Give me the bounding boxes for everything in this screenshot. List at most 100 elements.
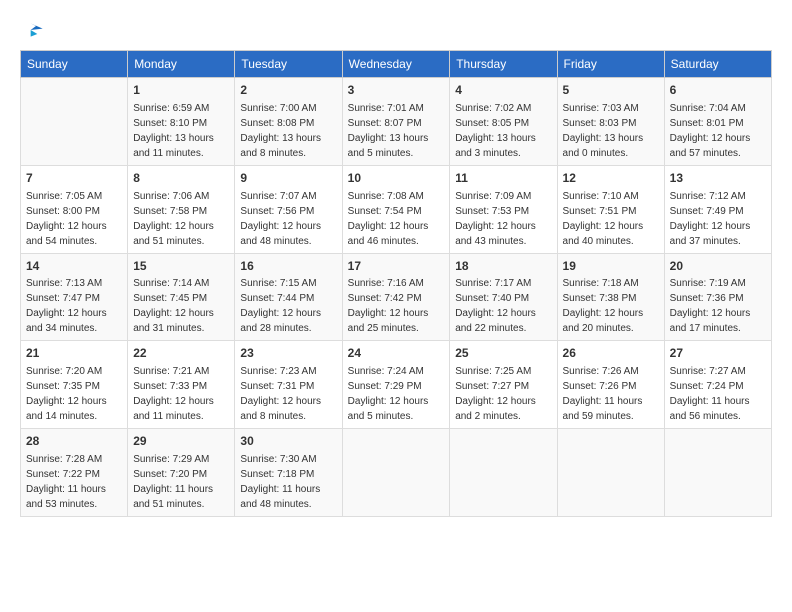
calendar-cell: 6Sunrise: 7:04 AM Sunset: 8:01 PM Daylig… bbox=[664, 78, 771, 166]
day-number: 22 bbox=[133, 345, 229, 362]
day-number: 19 bbox=[563, 258, 659, 275]
day-header-thursday: Thursday bbox=[450, 51, 557, 78]
calendar-cell: 14Sunrise: 7:13 AM Sunset: 7:47 PM Dayli… bbox=[21, 253, 128, 341]
day-number: 11 bbox=[455, 170, 551, 187]
calendar-cell: 23 Sunrise: 7:23 AM Sunset: 7:31 PM Dayli… bbox=[235, 341, 342, 429]
day-number: 18 bbox=[455, 258, 551, 275]
day-number: 1 bbox=[133, 82, 229, 99]
day-info: Sunrise: 7:13 AM Sunset: 7:47 PM Dayligh… bbox=[26, 276, 122, 336]
calendar-cell: 11Sunrise: 7:09 AM Sunset: 7:53 PM Dayli… bbox=[450, 165, 557, 253]
calendar-cell: 24 Sunrise: 7:24 AM Sunset: 7:29 PM Dayli… bbox=[342, 341, 450, 429]
day-number: 25 bbox=[455, 345, 551, 362]
day-info: Sunrise: 7:12 AM Sunset: 7:49 PM Dayligh… bbox=[670, 189, 766, 249]
day-info: Sunrise: 7:27 AM Sunset: 7:24 PM Dayligh… bbox=[670, 364, 766, 424]
day-number: 16 bbox=[240, 258, 336, 275]
day-header-sunday: Sunday bbox=[21, 51, 128, 78]
day-info: Sunrise: 7:25 AM Sunset: 7:27 PM Dayligh… bbox=[455, 364, 551, 424]
calendar-cell: 9 Sunrise: 7:07 AM Sunset: 7:56 PM Daylig… bbox=[235, 165, 342, 253]
calendar-cell: 18Sunrise: 7:17 AM Sunset: 7:40 PM Dayli… bbox=[450, 253, 557, 341]
day-number: 20 bbox=[670, 258, 766, 275]
day-info: Sunrise: 7:24 AM Sunset: 7:29 PM Dayligh… bbox=[348, 364, 445, 424]
day-info: Sunrise: 7:30 AM Sunset: 7:18 PM Dayligh… bbox=[240, 452, 336, 512]
day-info: Sunrise: 7:16 AM Sunset: 7:42 PM Dayligh… bbox=[348, 276, 445, 336]
day-number: 12 bbox=[563, 170, 659, 187]
calendar-cell: 7 Sunrise: 7:05 AM Sunset: 8:00 PM Daylig… bbox=[21, 165, 128, 253]
calendar-cell: 27 Sunrise: 7:27 AM Sunset: 7:24 PM Dayli… bbox=[664, 341, 771, 429]
calendar-cell bbox=[664, 429, 771, 517]
calendar-cell: 17Sunrise: 7:16 AM Sunset: 7:42 PM Dayli… bbox=[342, 253, 450, 341]
day-info: Sunrise: 7:05 AM Sunset: 8:00 PM Dayligh… bbox=[26, 189, 122, 249]
day-number: 14 bbox=[26, 258, 122, 275]
calendar-cell: 26Sunrise: 7:26 AM Sunset: 7:26 PM Dayli… bbox=[557, 341, 664, 429]
day-header-tuesday: Tuesday bbox=[235, 51, 342, 78]
calendar-cell bbox=[557, 429, 664, 517]
day-info: Sunrise: 7:15 AM Sunset: 7:44 PM Dayligh… bbox=[240, 276, 336, 336]
day-number: 29 bbox=[133, 433, 229, 450]
calendar-cell: 19Sunrise: 7:18 AM Sunset: 7:38 PM Dayli… bbox=[557, 253, 664, 341]
day-info: Sunrise: 7:10 AM Sunset: 7:51 PM Dayligh… bbox=[563, 189, 659, 249]
day-header-friday: Friday bbox=[557, 51, 664, 78]
day-info: Sunrise: 7:23 AM Sunset: 7:31 PM Dayligh… bbox=[240, 364, 336, 424]
day-info: Sunrise: 7:28 AM Sunset: 7:22 PM Dayligh… bbox=[26, 452, 122, 512]
day-header-monday: Monday bbox=[128, 51, 235, 78]
day-info: Sunrise: 7:01 AM Sunset: 8:07 PM Dayligh… bbox=[348, 101, 445, 161]
day-number: 24 bbox=[348, 345, 445, 362]
calendar-cell: 29 Sunrise: 7:29 AM Sunset: 7:20 PM Dayli… bbox=[128, 429, 235, 517]
day-info: Sunrise: 7:03 AM Sunset: 8:03 PM Dayligh… bbox=[563, 101, 659, 161]
day-number: 9 bbox=[240, 170, 336, 187]
logo bbox=[20, 20, 44, 40]
calendar-cell: 3Sunrise: 7:01 AM Sunset: 8:07 PM Daylig… bbox=[342, 78, 450, 166]
day-number: 5 bbox=[563, 82, 659, 99]
day-number: 10 bbox=[348, 170, 445, 187]
day-info: Sunrise: 7:20 AM Sunset: 7:35 PM Dayligh… bbox=[26, 364, 122, 424]
calendar-cell: 5 Sunrise: 7:03 AM Sunset: 8:03 PM Daylig… bbox=[557, 78, 664, 166]
calendar-week-row: 21Sunrise: 7:20 AM Sunset: 7:35 PM Dayli… bbox=[21, 341, 772, 429]
calendar-cell bbox=[342, 429, 450, 517]
calendar-week-row: 14Sunrise: 7:13 AM Sunset: 7:47 PM Dayli… bbox=[21, 253, 772, 341]
day-number: 8 bbox=[133, 170, 229, 187]
day-header-saturday: Saturday bbox=[664, 51, 771, 78]
day-info: Sunrise: 7:06 AM Sunset: 7:58 PM Dayligh… bbox=[133, 189, 229, 249]
calendar-cell: 12 Sunrise: 7:10 AM Sunset: 7:51 PM Dayli… bbox=[557, 165, 664, 253]
day-number: 2 bbox=[240, 82, 336, 99]
calendar-cell: 1 Sunrise: 6:59 AM Sunset: 8:10 PM Daylig… bbox=[128, 78, 235, 166]
calendar-cell: 4Sunrise: 7:02 AM Sunset: 8:05 PM Daylig… bbox=[450, 78, 557, 166]
calendar-table: SundayMondayTuesdayWednesdayThursdayFrid… bbox=[20, 50, 772, 517]
calendar-cell: 15Sunrise: 7:14 AM Sunset: 7:45 PM Dayli… bbox=[128, 253, 235, 341]
calendar-week-row: 28Sunrise: 7:28 AM Sunset: 7:22 PM Dayli… bbox=[21, 429, 772, 517]
calendar-cell bbox=[450, 429, 557, 517]
day-number: 6 bbox=[670, 82, 766, 99]
day-number: 30 bbox=[240, 433, 336, 450]
day-info: Sunrise: 7:18 AM Sunset: 7:38 PM Dayligh… bbox=[563, 276, 659, 336]
calendar-header-row: SundayMondayTuesdayWednesdayThursdayFrid… bbox=[21, 51, 772, 78]
day-info: Sunrise: 7:17 AM Sunset: 7:40 PM Dayligh… bbox=[455, 276, 551, 336]
day-header-wednesday: Wednesday bbox=[342, 51, 450, 78]
day-info: Sunrise: 7:21 AM Sunset: 7:33 PM Dayligh… bbox=[133, 364, 229, 424]
day-info: Sunrise: 7:02 AM Sunset: 8:05 PM Dayligh… bbox=[455, 101, 551, 161]
calendar-cell: 16Sunrise: 7:15 AM Sunset: 7:44 PM Dayli… bbox=[235, 253, 342, 341]
day-number: 27 bbox=[670, 345, 766, 362]
header bbox=[20, 20, 772, 40]
day-info: Sunrise: 6:59 AM Sunset: 8:10 PM Dayligh… bbox=[133, 101, 229, 161]
logo-bird-icon bbox=[24, 20, 44, 40]
day-info: Sunrise: 7:29 AM Sunset: 7:20 PM Dayligh… bbox=[133, 452, 229, 512]
calendar-cell: 10Sunrise: 7:08 AM Sunset: 7:54 PM Dayli… bbox=[342, 165, 450, 253]
calendar-cell: 30 Sunrise: 7:30 AM Sunset: 7:18 PM Dayli… bbox=[235, 429, 342, 517]
day-number: 26 bbox=[563, 345, 659, 362]
day-number: 23 bbox=[240, 345, 336, 362]
calendar-cell: 21Sunrise: 7:20 AM Sunset: 7:35 PM Dayli… bbox=[21, 341, 128, 429]
calendar-cell: 28Sunrise: 7:28 AM Sunset: 7:22 PM Dayli… bbox=[21, 429, 128, 517]
day-info: Sunrise: 7:07 AM Sunset: 7:56 PM Dayligh… bbox=[240, 189, 336, 249]
calendar-week-row: 7 Sunrise: 7:05 AM Sunset: 8:00 PM Daylig… bbox=[21, 165, 772, 253]
day-number: 7 bbox=[26, 170, 122, 187]
calendar-week-row: 1 Sunrise: 6:59 AM Sunset: 8:10 PM Daylig… bbox=[21, 78, 772, 166]
calendar-cell bbox=[21, 78, 128, 166]
day-info: Sunrise: 7:00 AM Sunset: 8:08 PM Dayligh… bbox=[240, 101, 336, 161]
day-number: 13 bbox=[670, 170, 766, 187]
day-number: 17 bbox=[348, 258, 445, 275]
calendar-cell: 20Sunrise: 7:19 AM Sunset: 7:36 PM Dayli… bbox=[664, 253, 771, 341]
calendar-cell: 22 Sunrise: 7:21 AM Sunset: 7:33 PM Dayli… bbox=[128, 341, 235, 429]
calendar-cell: 13 Sunrise: 7:12 AM Sunset: 7:49 PM Dayli… bbox=[664, 165, 771, 253]
day-info: Sunrise: 7:14 AM Sunset: 7:45 PM Dayligh… bbox=[133, 276, 229, 336]
calendar-cell: 25 Sunrise: 7:25 AM Sunset: 7:27 PM Dayli… bbox=[450, 341, 557, 429]
